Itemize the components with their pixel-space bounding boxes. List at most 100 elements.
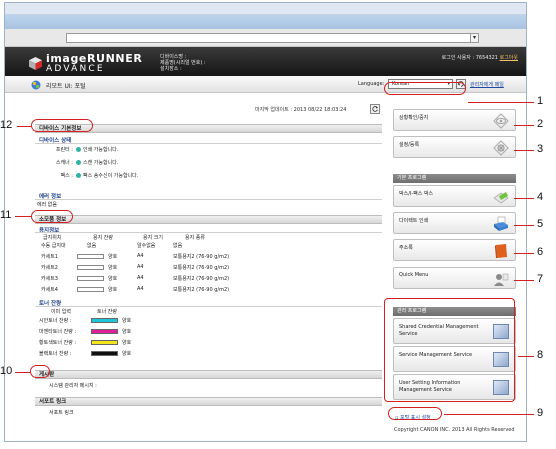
consumables-section-header: 소모품 정보 [35, 215, 382, 224]
status-monitor-button[interactable]: 상황확인/중지 [393, 109, 516, 131]
notice-section-header: 게시판 [35, 370, 382, 379]
divider [35, 143, 382, 144]
callout-highlight-1 [384, 82, 466, 95]
column-header: 토너 잔량 [97, 309, 117, 315]
paper-source: 수동 급지대 [41, 243, 66, 249]
support-link-text[interactable]: 서포트 링크 [49, 409, 74, 416]
basic-tools-header: 기본 프로그램 [393, 174, 516, 183]
callout-number: 10 [0, 365, 13, 377]
address-book-icon [495, 244, 507, 258]
browser-toolbar [5, 15, 526, 29]
callout-number: 9 [537, 407, 544, 419]
direct-print-button[interactable]: 다이렉트 인쇄 [393, 212, 516, 234]
callout-leader-11 [15, 216, 31, 217]
callout-highlight-12 [31, 119, 93, 132]
copyright-text: Copyright CANON INC. 2013 All Rights Res… [394, 427, 515, 433]
brand-subtitle: ADVANCE [46, 64, 105, 74]
callout-leader-9 [444, 414, 534, 415]
user-info: 로그인 사용자 : 7654321 로그아웃 [442, 54, 518, 61]
callout-highlight-9 [388, 407, 442, 420]
toner-name: 시안토너 잔량 : [39, 318, 72, 324]
refresh-icon[interactable] [370, 104, 380, 114]
callout-highlight-8 [384, 298, 515, 402]
column-header: 용지 크기 [143, 235, 163, 241]
paper-size: A4 [137, 286, 144, 292]
printer-icon [494, 216, 508, 231]
callout-leader-2 [514, 125, 534, 126]
toner-name: 황토색토너 잔량 : [39, 340, 77, 346]
divider [35, 232, 382, 233]
callout-leader-7 [514, 280, 534, 281]
error-info-value: 에러 없음 [37, 202, 57, 208]
paper-source: 카세트3 [41, 276, 58, 282]
toner-status: 양호 [122, 351, 132, 357]
paper-source: 카세트2 [41, 265, 58, 271]
location-label: 설치장소 : [160, 66, 182, 72]
column-header: 이미 입력 [51, 309, 71, 315]
callout-leader-4 [514, 198, 534, 199]
callout-highlight-10 [30, 365, 50, 378]
address-book-button[interactable]: 주소록 [393, 239, 516, 261]
language-label: Language: [358, 81, 385, 87]
status-ok-icon [76, 160, 81, 165]
callout-highlight-11 [31, 210, 73, 223]
callout-leader-12 [17, 126, 31, 127]
paper-type: 보통용지2 (76-90 g/m2) [173, 276, 230, 282]
paper-size: A4 [137, 264, 144, 270]
toner-level-bar [91, 318, 118, 323]
status-ok-icon [76, 173, 81, 178]
direct-print-label: 다이렉트 인쇄 [399, 218, 429, 224]
support-section-header: 서포트 링크 [35, 397, 382, 406]
callout-number: 4 [537, 191, 544, 203]
settings-button[interactable]: 설정/등록 [393, 136, 516, 158]
toner-level-bar [91, 340, 118, 345]
fax-box-button[interactable]: 박스/I-팩스 박스 [393, 185, 516, 207]
toner-name: 블랙토너 잔량 : [39, 351, 72, 357]
paper-level-bar [77, 265, 104, 270]
status-row-fax: 팩스 : 팩스 송수신이 가능합니다. [41, 172, 138, 179]
paper-level-bar [77, 254, 104, 259]
status-row-scanner: 스캐너 : 스캔 가능합니다. [41, 159, 118, 166]
paper-size: A4 [137, 275, 144, 281]
quick-menu-button[interactable]: Quick Menu [393, 267, 516, 289]
mailbox-icon [493, 192, 509, 204]
address-bar[interactable] [66, 33, 478, 43]
callout-leader-10 [15, 372, 30, 373]
cube-logo-icon [29, 57, 42, 70]
paper-type: 보통용지2 (76-90 g/m2) [173, 287, 230, 293]
status-ok-icon [76, 147, 81, 152]
mail-admin-link[interactable]: 관리자에게 메일 [470, 81, 504, 88]
user-menu-icon [494, 273, 509, 286]
paper-level-bar [77, 287, 104, 292]
paper-type: 없음 [173, 243, 183, 249]
toner-status: 양호 [122, 329, 132, 335]
address-book-label: 주소록 [399, 245, 413, 251]
column-header: 용지 종류 [185, 235, 205, 241]
admin-message-label: 시스템 관리자 메시지 : [49, 383, 97, 389]
paper-level: 양호 [108, 254, 118, 260]
address-dropdown-button[interactable]: ▾ [470, 33, 479, 43]
column-header: 용지 잔량 [93, 235, 113, 241]
fax-box-label: 박스/I-팩스 박스 [399, 191, 434, 197]
status-value: 인쇄 가능합니다. [83, 147, 119, 153]
logout-link[interactable]: 로그아웃 [500, 55, 518, 61]
paper-size: 알수없음 [137, 243, 156, 249]
paper-table: 급지위치 용지 잔량 용지 크기 용지 종류 수동 급지대 없음 알수없음 없음… [35, 234, 382, 294]
paper-level: 양호 [108, 287, 118, 293]
callout-number: 2 [537, 118, 544, 130]
paper-size: A4 [137, 253, 144, 259]
callout-number: 1 [537, 95, 544, 107]
callout-leader-3 [514, 150, 534, 151]
toner-name: 마젠타토너 잔량 : [39, 329, 77, 335]
toner-status: 양호 [122, 340, 132, 346]
column-header: 급지위치 [43, 235, 62, 241]
gear-icon [493, 140, 509, 156]
callout-number: 7 [537, 273, 544, 285]
callout-number: 3 [537, 143, 544, 155]
paper-type: 보통용지2 (76-90 g/m2) [173, 265, 230, 271]
toner-level-bar [91, 351, 118, 356]
callout-number: 5 [537, 218, 544, 230]
quick-menu-label: Quick Menu [399, 272, 429, 278]
toner-level-bar [91, 329, 118, 334]
browser-title-bar [5, 3, 526, 15]
